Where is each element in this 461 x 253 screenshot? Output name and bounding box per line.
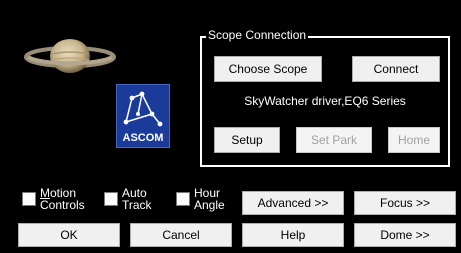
- hour-angle-checkbox[interactable]: Hour Angle: [176, 187, 225, 211]
- telescope-setup-dialog: ASCOM Scope Connection Choose Scope Conn…: [0, 0, 461, 253]
- set-park-button[interactable]: Set Park: [296, 127, 372, 153]
- advanced-button[interactable]: Advanced >>: [242, 191, 344, 215]
- dome-button[interactable]: Dome >>: [354, 223, 456, 247]
- saturn-image: [24, 39, 116, 73]
- choose-scope-button[interactable]: Choose Scope: [214, 56, 322, 82]
- motion-controls-checkbox[interactable]: Motion Controls: [22, 187, 85, 211]
- home-button[interactable]: Home: [388, 127, 440, 153]
- auto-track-checkbox[interactable]: Auto Track: [104, 187, 152, 211]
- connect-button[interactable]: Connect: [352, 56, 440, 82]
- focus-button[interactable]: Focus >>: [354, 191, 456, 215]
- motion-controls-label: Motion Controls: [40, 186, 85, 212]
- help-button[interactable]: Help: [242, 223, 344, 247]
- ascom-logo-text: ASCOM: [123, 132, 164, 144]
- setup-button[interactable]: Setup: [214, 127, 280, 153]
- motion-controls-checkbox-box[interactable]: [22, 192, 36, 206]
- ascom-logo-icon: ASCOM: [116, 84, 170, 148]
- driver-name-label: SkyWatcher driver,EQ6 Series: [244, 94, 406, 108]
- ok-button[interactable]: OK: [18, 223, 120, 247]
- hour-angle-checkbox-box[interactable]: [176, 192, 190, 206]
- auto-track-label: Auto Track: [122, 186, 152, 212]
- auto-track-checkbox-box[interactable]: [104, 192, 118, 206]
- hour-angle-label: Hour Angle: [194, 186, 225, 212]
- cancel-button[interactable]: Cancel: [130, 223, 232, 247]
- scope-connection-title: Scope Connection: [206, 28, 309, 42]
